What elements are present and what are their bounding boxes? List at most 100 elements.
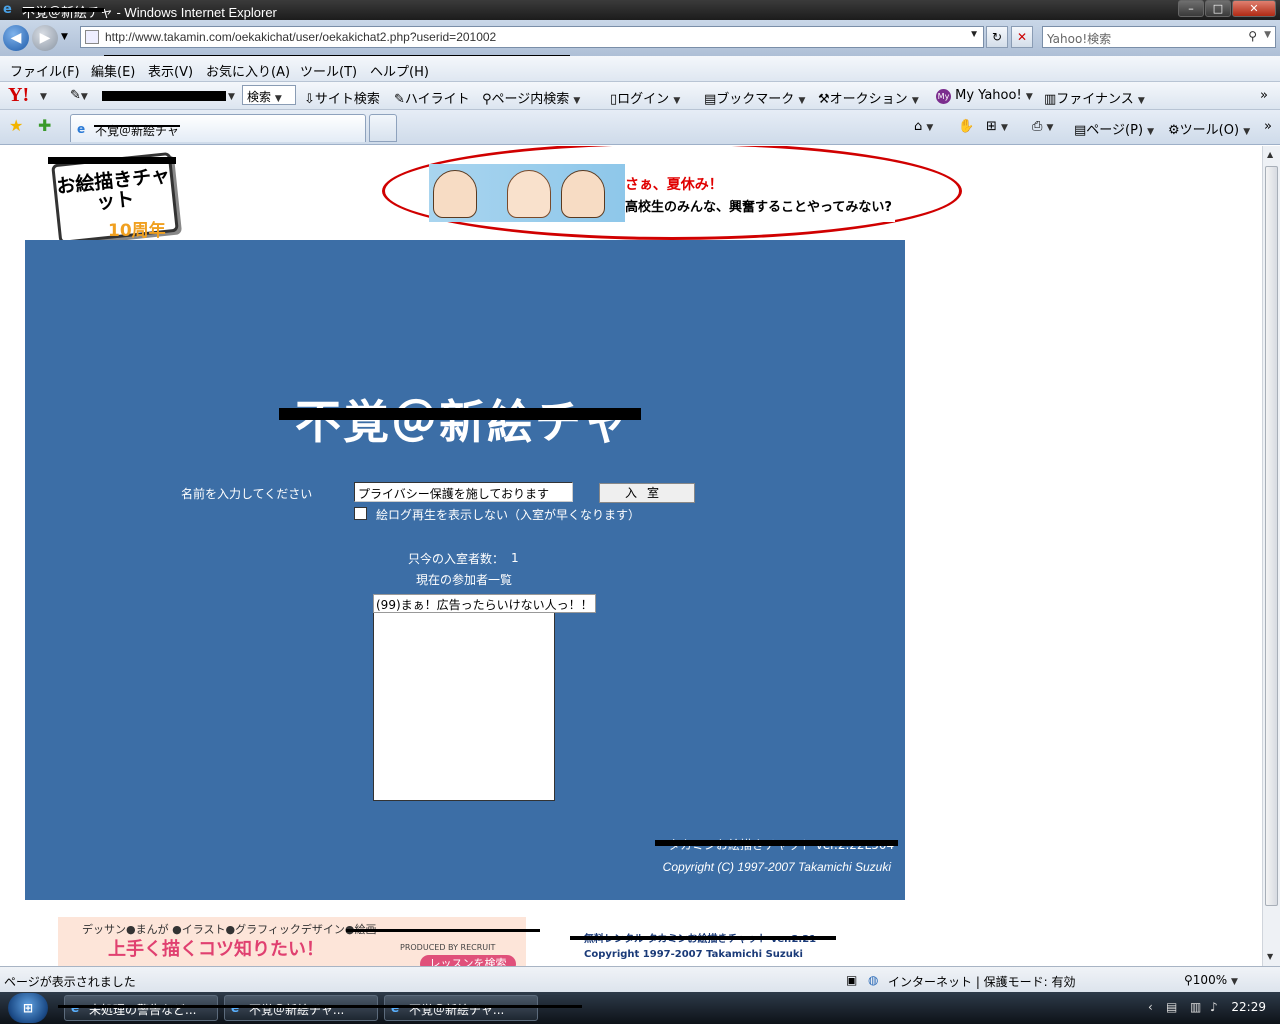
new-tab-button[interactable] — [369, 114, 397, 142]
name-input-value: プライバシー保護を施しております — [358, 487, 550, 501]
logo-text: お絵描きチャット — [55, 164, 171, 214]
no-log-label: 絵ログ再生を表示しない（入室が早くなります） — [376, 508, 641, 522]
ie-icon: e — [71, 1001, 80, 1015]
redaction-mark — [48, 157, 176, 164]
yahoo-search-button[interactable]: 検索 ▼ — [242, 85, 296, 105]
tray-expand-icon[interactable]: ‹ — [1148, 1000, 1153, 1014]
window-controls: – □ ✕ — [1178, 0, 1276, 17]
copyright-text: Copyright (C) 1997-2007 Takamichi Suzuki — [662, 860, 891, 874]
vertical-scrollbar[interactable]: ▲ ▼ — [1262, 146, 1280, 966]
character-face-icon — [433, 170, 477, 218]
page-menu-button[interactable]: ▤ページ(P) ▼ — [1074, 119, 1154, 138]
title-bar: e 不覚＠新絵チャ - Windows Internet Explorer – … — [0, 0, 1280, 20]
minimize-button[interactable]: – — [1178, 0, 1204, 17]
page-search-button[interactable]: ⚲ページ内検索 ▼ — [482, 88, 580, 107]
my-yahoo-button[interactable]: My My Yahoo! ▼ — [936, 88, 1033, 104]
tools-menu-button[interactable]: ⚙ツール(O) ▼ — [1168, 119, 1250, 138]
site-search-button[interactable]: ⇩サイト検索 — [304, 88, 380, 107]
tray-app-icon[interactable]: ▤ — [1166, 1000, 1177, 1014]
pencil-icon[interactable]: ✎▼ — [70, 88, 88, 103]
home-icon[interactable]: ⌂ ▼ — [914, 119, 933, 134]
redaction-mark — [279, 408, 641, 420]
count-value: 1 — [511, 551, 519, 565]
scroll-up-icon[interactable]: ▲ — [1267, 150, 1273, 159]
menu-help[interactable]: ヘルプ(H) — [370, 61, 429, 80]
scroll-thumb[interactable] — [1265, 166, 1278, 906]
yahoo-toolbar: Y! ▼ ✎▼ ▼ 検索 ▼ ⇩サイト検索 ✎ハイライト ⚲ページ内検索 ▼ ▯… — [0, 82, 1280, 110]
scroll-down-icon[interactable]: ▼ — [1267, 952, 1273, 961]
footer-copyright: Copyright 1997-2007 Takamichi Suzuki — [584, 949, 803, 960]
tab-active[interactable]: e 不覚＠新絵チャ — [70, 114, 366, 142]
address-url: http://www.takamin.com/oekakichat/user/o… — [105, 30, 497, 44]
add-favorite-icon[interactable]: ✚ — [38, 116, 51, 135]
name-label: 名前を入力してください — [181, 487, 313, 501]
refresh-button[interactable]: ↻ — [986, 26, 1008, 48]
yahoo-search-dropdown-icon[interactable]: ▼ — [228, 88, 235, 103]
print-icon[interactable]: ⎙ ▼ — [1032, 119, 1053, 134]
redaction-mark — [102, 91, 226, 101]
volume-icon[interactable]: ♪ — [1210, 1000, 1218, 1014]
globe-icon: ◍ — [868, 973, 879, 987]
maximize-button[interactable]: □ — [1205, 0, 1231, 17]
enter-room-button[interactable]: 入室 — [599, 483, 695, 503]
yahoo-logo-icon[interactable]: Y! — [8, 84, 29, 107]
menu-edit[interactable]: 編集(E) — [91, 61, 135, 80]
feeds-icon[interactable]: ⊞ ▼ — [986, 119, 1008, 134]
page-icon — [85, 30, 99, 44]
status-text: ページが表示されました — [4, 975, 136, 989]
name-input[interactable]: プライバシー保護を施しております — [354, 482, 573, 502]
network-icon[interactable]: ▥ — [1190, 1000, 1201, 1014]
redaction-mark — [94, 125, 180, 127]
yahoo-dropdown-icon[interactable]: ▼ — [40, 88, 47, 103]
toolbar-overflow-icon[interactable]: » — [1260, 88, 1268, 103]
participant-item[interactable]: (99)まぁ！広告ったらいけない人っ！！ — [373, 594, 596, 613]
finance-button[interactable]: ▥ファイナンス ▼ — [1044, 88, 1145, 107]
search-dropdown-icon[interactable]: ▼ — [1264, 30, 1271, 40]
banner-headline: さぁ、夏休み！ — [625, 177, 723, 193]
menu-favorites[interactable]: お気に入り(A) — [206, 61, 290, 80]
address-input[interactable]: http://www.takamin.com/oekakichat/user/o… — [80, 26, 984, 48]
security-icon[interactable]: ▣ — [846, 973, 857, 987]
menu-tools[interactable]: ツール(T) — [300, 61, 357, 80]
menu-view[interactable]: 表示(V) — [148, 61, 193, 80]
redaction-mark — [346, 929, 540, 932]
taskbar-item[interactable]: e 未処理の警告など... — [64, 995, 218, 1021]
tabbar-overflow-icon[interactable]: » — [1264, 119, 1272, 134]
banner-subline: 高校生のみんな、興奮することやってみない? — [625, 200, 892, 215]
start-button[interactable]: ⊞ — [8, 993, 48, 1023]
ie-icon: e — [231, 1001, 240, 1015]
no-log-checkbox[interactable] — [354, 507, 367, 520]
stop-button[interactable]: ✕ — [1011, 26, 1033, 48]
participants-label: 現在の参加者一覧 — [416, 573, 513, 587]
tab-ie-icon: e — [77, 122, 86, 136]
top-ad-banner[interactable]: さぁ、夏休み！ 高校生のみんな、興奮することやってみない? — [429, 164, 895, 222]
ad-lesson-button[interactable]: レッスンを検索 — [420, 955, 516, 966]
taskbar-item[interactable]: e 不覚＠新絵チャ... — [224, 995, 378, 1021]
ie-icon: e — [391, 1001, 400, 1015]
clock[interactable]: 22:29 — [1231, 1000, 1266, 1014]
menu-file[interactable]: ファイル(F) — [10, 61, 80, 80]
taskbar-item[interactable]: e 不覚＠新絵チャ... — [384, 995, 538, 1021]
back-button[interactable]: ◀ — [3, 25, 29, 51]
login-button[interactable]: ▯ログイン ▼ — [610, 88, 680, 107]
participant-list[interactable] — [373, 594, 555, 801]
auction-button[interactable]: ⚒オークション ▼ — [818, 88, 919, 107]
count-label: 只今の入室者数： — [408, 552, 505, 566]
search-icon[interactable]: ⚲ — [1248, 29, 1257, 43]
bottom-ad-banner[interactable]: デッサン●まんが ●イラスト●グラフィックデザイン●絵画 上手く描くコツ知りたい… — [58, 917, 526, 966]
address-row: ◀ ▶ ▼ http://www.takamin.com/oekakichat/… — [0, 20, 1280, 58]
character-face-icon — [561, 170, 605, 218]
favorites-star-icon[interactable]: ★ — [9, 116, 23, 135]
forward-button[interactable]: ▶ — [32, 25, 58, 51]
address-dropdown-icon[interactable]: ▼ — [969, 29, 979, 40]
research-icon[interactable]: ✋ — [958, 119, 974, 134]
highlight-button[interactable]: ✎ハイライト — [394, 88, 470, 107]
zone-text[interactable]: インターネット | 保護モード: 有効 — [888, 973, 1076, 990]
zoom-control[interactable]: ⚲100% ▼ — [1184, 973, 1238, 987]
history-dropdown-icon[interactable]: ▼ — [61, 32, 68, 42]
bookmark-button[interactable]: ▤ブックマーク ▼ — [704, 88, 805, 107]
ie-logo-icon: e — [3, 2, 12, 17]
search-input[interactable]: Yahoo!検索 ⚲ ▼ — [1042, 26, 1276, 48]
close-button[interactable]: ✕ — [1232, 0, 1276, 17]
redaction-mark — [655, 840, 898, 846]
